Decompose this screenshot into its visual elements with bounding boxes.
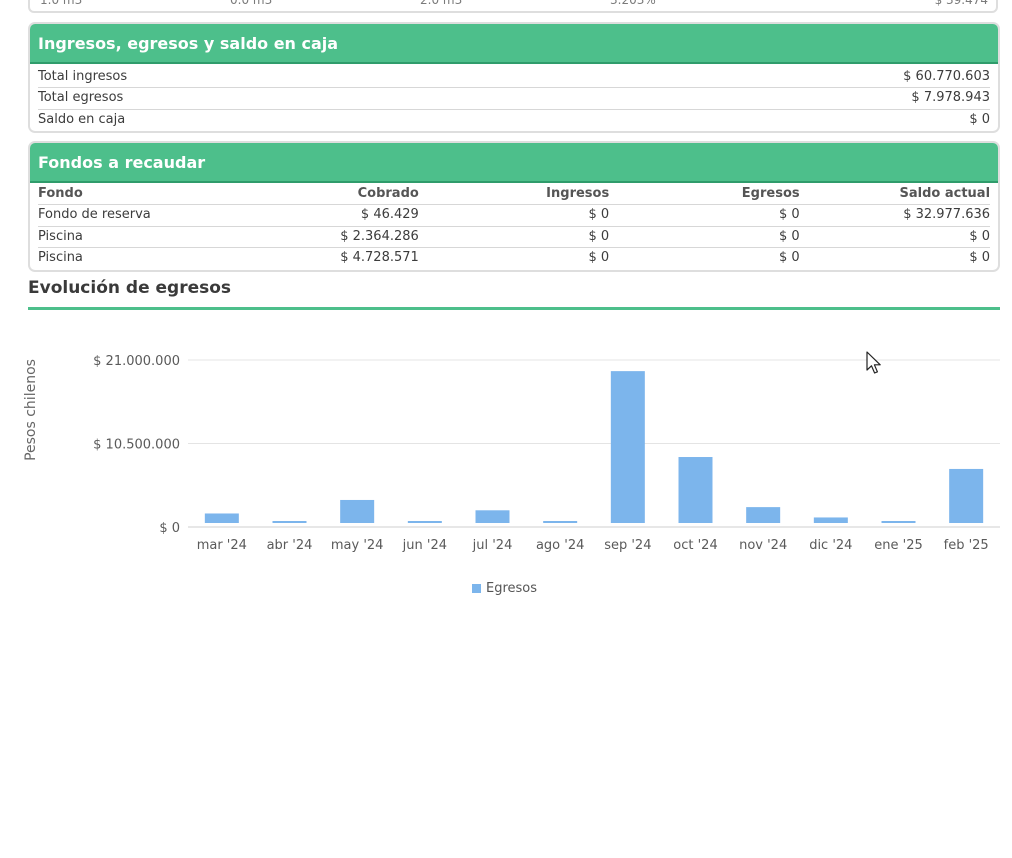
- column-header: Cobrado: [357, 186, 419, 202]
- section-divider: [28, 307, 1000, 310]
- y-tick-label: $ 21.000.000: [93, 354, 180, 369]
- x-tick-label: dic '24: [809, 538, 852, 553]
- x-tick-label: mar '24: [197, 538, 247, 553]
- table-cell: Piscina: [38, 228, 83, 244]
- row-value: $ 7.978.943: [911, 90, 990, 106]
- x-tick-label: jul '24: [472, 538, 513, 553]
- expenses-bar-chart: $ 0 $ 10.500.000 $ 21.000.000 Pesos chileno…: [23, 354, 1000, 596]
- consumption-table-tail: 1.0 m3 0.0 m3 2.0 m3 3.203% $ 39.474: [28, 0, 998, 13]
- report-page: 1.0 m3 0.0 m3 2.0 m3 3.203% $ 39.474 Ing…: [0, 0, 1012, 858]
- bar: [340, 499, 375, 523]
- table-cell: 3.203%: [610, 0, 656, 7]
- bar: [746, 507, 781, 523]
- row-value: $ 60.770.603: [903, 69, 990, 85]
- legend-swatch: [472, 584, 481, 593]
- cash-summary-card: Ingresos, egresos y saldo en caja Total …: [28, 22, 1000, 133]
- bar: [610, 371, 645, 523]
- table-cell: 2.0 m3: [420, 0, 463, 7]
- funds-header-row: Fondo Cobrado Ingresos Egresos Saldo act…: [38, 184, 991, 206]
- mouse-cursor-icon: [866, 351, 881, 374]
- table-cell: Piscina: [38, 250, 83, 266]
- bar: [407, 521, 442, 523]
- table-cell: $ 0: [588, 207, 610, 223]
- row-label: Total egresos: [38, 90, 124, 106]
- cash-row-income: Total ingresos $ 60.770.603: [38, 67, 990, 89]
- x-tick-label: may '24: [331, 538, 384, 553]
- table-cell: $ 0: [588, 228, 610, 244]
- cash-summary-title: Ingresos, egresos y saldo en caja: [30, 24, 998, 64]
- table-cell: Fondo de reserva: [38, 207, 151, 223]
- table-cell: $ 32.977.636: [903, 207, 991, 223]
- bar: [678, 457, 713, 523]
- bar: [543, 521, 578, 523]
- table-cell: $ 0: [778, 228, 800, 244]
- table-row: Piscina $ 4.728.571 $ 0 $ 0 $ 0: [38, 248, 990, 268]
- row-label: Total ingresos: [38, 69, 128, 85]
- table-row: Piscina $ 2.364.286 $ 0 $ 0 $ 0: [38, 227, 990, 248]
- expenses-section-title: Evolución de egresos: [28, 278, 232, 298]
- x-tick-label: oct '24: [673, 538, 717, 553]
- cash-row-expenses: Total egresos $ 7.978.943: [38, 88, 990, 110]
- funds-card: Fondos a recaudar Fondo Cobrado Ingresos…: [28, 141, 1000, 272]
- x-tick-label: nov '24: [739, 538, 787, 553]
- table-cell: 1.0 m3: [40, 0, 83, 7]
- column-header: Saldo actual: [899, 186, 991, 202]
- row-value: $ 0: [969, 111, 990, 127]
- bar: [272, 521, 307, 523]
- table-cell: $ 0: [969, 250, 991, 266]
- table-cell: $ 46.429: [360, 207, 419, 223]
- x-tick-label: sep '24: [604, 538, 651, 553]
- funds-title: Fondos a recaudar: [30, 143, 998, 183]
- bar: [204, 513, 239, 523]
- table-row: Fondo de reserva $ 46.429 $ 0 $ 0 $ 32.9…: [38, 205, 991, 227]
- x-tick-label: jun '24: [402, 538, 447, 553]
- legend-label: Egresos: [486, 581, 537, 596]
- bar: [813, 517, 848, 523]
- table-cell: 0.0 m3: [230, 0, 273, 7]
- x-tick-label: feb '25: [944, 538, 989, 553]
- x-tick-label: abr '24: [267, 538, 313, 553]
- column-header: Ingresos: [546, 186, 610, 202]
- y-tick-label: $ 0: [159, 521, 180, 536]
- table-cell: $ 0: [778, 250, 800, 266]
- bar: [475, 510, 510, 523]
- table-cell: $ 0: [588, 250, 610, 266]
- table-cell: $ 4.728.571: [340, 250, 419, 266]
- row-label: Saldo en caja: [38, 111, 126, 127]
- cash-row-balance: Saldo en caja $ 0: [38, 110, 990, 130]
- y-axis-label: Pesos chilenos: [23, 359, 39, 461]
- bar: [949, 468, 984, 523]
- table-cell: $ 0: [969, 228, 991, 244]
- x-tick-label: ene '25: [874, 538, 922, 553]
- table-cell: $ 0: [778, 207, 800, 223]
- column-header: Egresos: [741, 186, 800, 202]
- y-tick-label: $ 10.500.000: [93, 438, 180, 453]
- table-cell: $ 39.474: [934, 0, 988, 7]
- x-tick-label: ago '24: [536, 538, 584, 553]
- column-header: Fondo: [38, 186, 83, 202]
- bar: [881, 521, 916, 523]
- table-cell: $ 2.364.286: [340, 228, 419, 244]
